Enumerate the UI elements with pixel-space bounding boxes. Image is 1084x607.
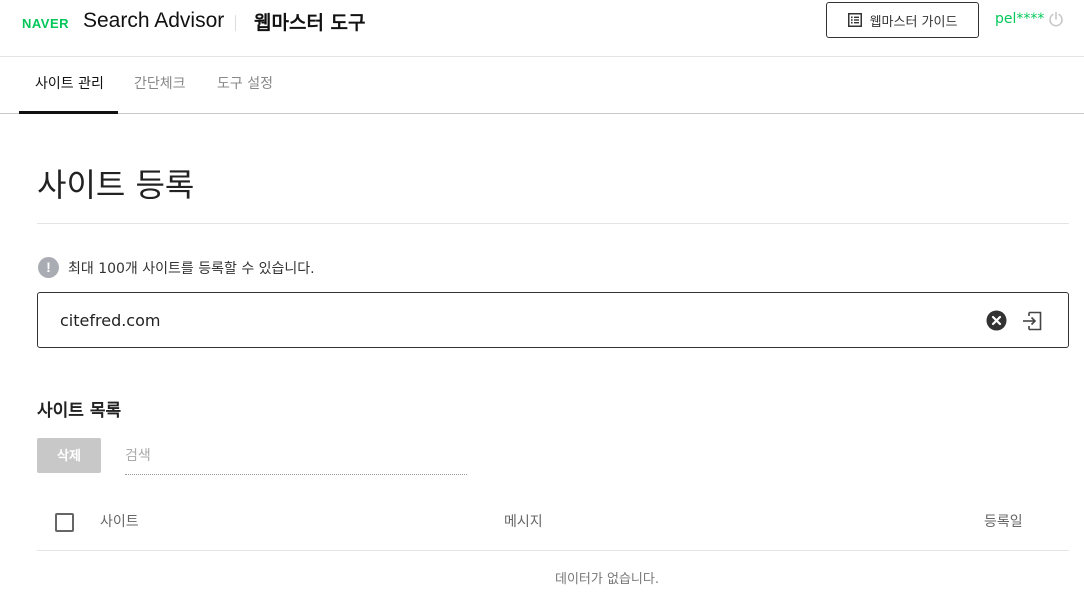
tab-bar: 사이트 관리 간단체크 도구 설정 xyxy=(0,57,1084,114)
select-all-checkbox[interactable] xyxy=(55,513,74,532)
list-icon xyxy=(847,13,862,27)
notice-text: 최대 100개 사이트를 등록할 수 있습니다. xyxy=(68,260,315,277)
top-header: NAVER Search Advisor 웹마스터 도구 웹마스터 가이드 pe… xyxy=(0,0,1084,57)
title-divider xyxy=(37,223,1069,224)
info-icon: ! xyxy=(38,257,59,278)
product-title[interactable]: Search Advisor xyxy=(83,9,224,33)
table-header: 사이트 메시지 등록일 xyxy=(37,492,1069,551)
page-title: 사이트 등록 xyxy=(37,166,195,204)
naver-logo[interactable]: NAVER xyxy=(22,16,69,31)
search-field xyxy=(125,440,467,475)
column-header-site: 사이트 xyxy=(100,514,139,530)
notice: ! 최대 100개 사이트를 등록할 수 있습니다. xyxy=(38,257,315,278)
search-input[interactable] xyxy=(125,440,467,471)
site-url-box xyxy=(37,292,1069,348)
empty-message: 데이터가 없습니다. xyxy=(555,572,659,587)
column-header-message: 메시지 xyxy=(504,514,543,530)
tab-simple-check[interactable]: 간단체크 xyxy=(134,57,186,114)
webmaster-guide-button[interactable]: 웹마스터 가이드 xyxy=(826,2,979,38)
power-icon[interactable] xyxy=(1048,11,1064,27)
submit-icon[interactable] xyxy=(1021,310,1043,332)
tab-tool-settings[interactable]: 도구 설정 xyxy=(217,57,273,114)
clear-icon[interactable] xyxy=(986,310,1007,331)
user-id[interactable]: pel**** xyxy=(995,11,1044,27)
active-tab-indicator xyxy=(19,111,118,114)
site-url-input[interactable] xyxy=(60,307,960,333)
tab-site-management[interactable]: 사이트 관리 xyxy=(35,57,104,114)
column-header-date: 등록일 xyxy=(984,514,1023,530)
guide-button-label: 웹마스터 가이드 xyxy=(869,14,958,30)
delete-button[interactable]: 삭제 xyxy=(37,438,101,473)
section-title[interactable]: 웹마스터 도구 xyxy=(254,8,366,35)
header-divider xyxy=(235,15,236,31)
site-list-title: 사이트 목록 xyxy=(37,401,122,421)
